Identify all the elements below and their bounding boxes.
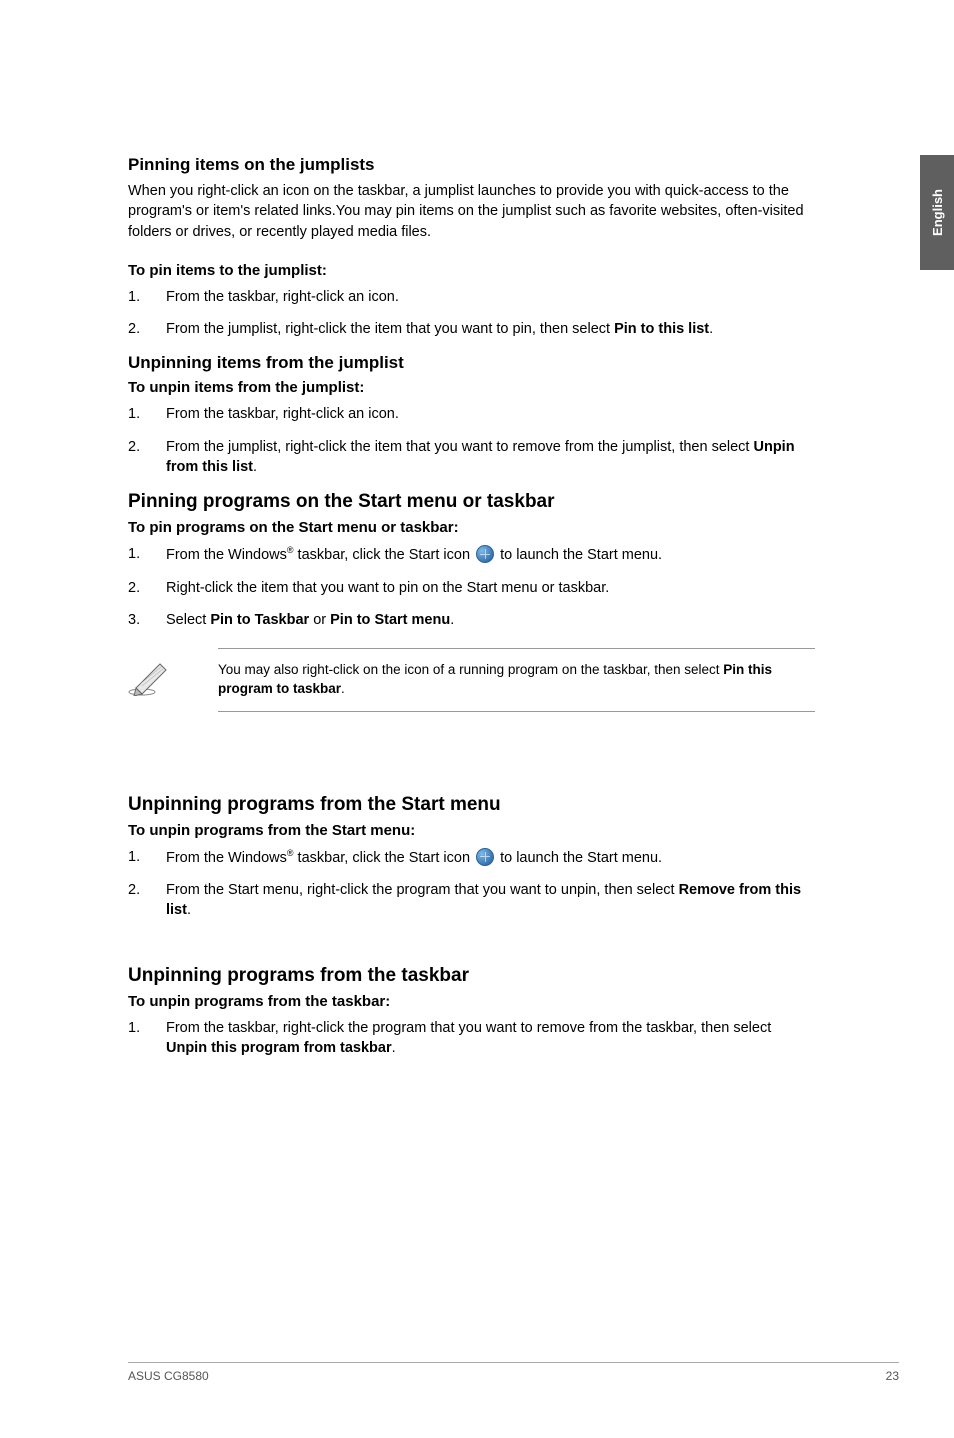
list-item: 1. From the taskbar, right-click an icon… (128, 404, 815, 424)
step-number: 1. (128, 404, 166, 424)
steps-unpin-taskbar: 1. From the taskbar, right-click the pro… (128, 1018, 815, 1059)
windows-start-icon (476, 545, 494, 563)
steps-unpin-jumplist: 1. From the taskbar, right-click an icon… (128, 404, 815, 477)
heading-unpinning-taskbar: Unpinning programs from the taskbar (128, 965, 815, 987)
registered-mark: ® (287, 545, 294, 555)
step-number: 1. (128, 847, 166, 868)
list-item: 1. From the taskbar, right-click the pro… (128, 1018, 815, 1059)
step-text: From the jumplist, right-click the item … (166, 319, 815, 339)
list-item: 2. From the jumplist, right-click the it… (128, 319, 815, 339)
footer-model: ASUS CG8580 (128, 1369, 209, 1383)
howto-pin-programs: To pin programs on the Start menu or tas… (128, 519, 815, 536)
list-item: 2. From the Start menu, right-click the … (128, 880, 815, 921)
step-text: From the Windows® taskbar, click the Sta… (166, 847, 815, 868)
note-box: You may also right-click on the icon of … (128, 648, 815, 712)
howto-unpin-startmenu: To unpin programs from the Start menu: (128, 822, 815, 839)
step-number: 1. (128, 544, 166, 565)
list-item: 3. Select Pin to Taskbar or Pin to Start… (128, 610, 815, 630)
howto-unpin-taskbar: To unpin programs from the taskbar: (128, 993, 815, 1010)
note-text: You may also right-click on the icon of … (218, 648, 815, 712)
intro-paragraph: When you right-click an icon on the task… (128, 181, 815, 242)
page-footer: ASUS CG8580 23 (128, 1362, 899, 1383)
steps-pin-jumplist: 1. From the taskbar, right-click an icon… (128, 287, 815, 340)
step-text: Select Pin to Taskbar or Pin to Start me… (166, 610, 815, 630)
step-number: 1. (128, 287, 166, 307)
heading-pinning-programs: Pinning programs on the Start menu or ta… (128, 491, 815, 513)
language-label: English (930, 189, 945, 236)
list-item: 1. From the Windows® taskbar, click the … (128, 544, 815, 565)
registered-mark: ® (287, 848, 294, 858)
step-text: From the jumplist, right-click the item … (166, 437, 815, 478)
footer-page-number: 23 (886, 1369, 899, 1383)
list-item: 2. From the jumplist, right-click the it… (128, 437, 815, 478)
list-item: 1. From the Windows® taskbar, click the … (128, 847, 815, 868)
step-text: From the taskbar, right-click an icon. (166, 404, 815, 424)
step-number: 2. (128, 319, 166, 339)
steps-unpin-startmenu: 1. From the Windows® taskbar, click the … (128, 847, 815, 921)
list-item: 2. Right-click the item that you want to… (128, 578, 815, 598)
step-number: 2. (128, 437, 166, 478)
howto-pin-jumplist: To pin items to the jumplist: (128, 262, 815, 279)
steps-pin-programs: 1. From the Windows® taskbar, click the … (128, 544, 815, 630)
step-number: 2. (128, 880, 166, 921)
step-text: From the taskbar, right-click the progra… (166, 1018, 815, 1059)
step-number: 1. (128, 1018, 166, 1059)
howto-unpin-jumplist: To unpin items from the jumplist: (128, 379, 815, 396)
heading-unpinning-jumplist: Unpinning items from the jumplist (128, 353, 815, 373)
list-item: 1. From the taskbar, right-click an icon… (128, 287, 815, 307)
heading-pinning-jumplists: Pinning items on the jumplists (128, 155, 815, 175)
step-number: 3. (128, 610, 166, 630)
step-text: From the taskbar, right-click an icon. (166, 287, 815, 307)
step-text: From the Windows® taskbar, click the Sta… (166, 544, 815, 565)
heading-unpinning-startmenu: Unpinning programs from the Start menu (128, 794, 815, 816)
windows-start-icon (476, 848, 494, 866)
page-content: Pinning items on the jumplists When you … (0, 0, 870, 1058)
step-number: 2. (128, 578, 166, 598)
language-tab: English (920, 155, 954, 270)
step-text: Right-click the item that you want to pi… (166, 578, 815, 598)
step-text: From the Start menu, right-click the pro… (166, 880, 815, 921)
note-pencil-icon (128, 648, 218, 712)
